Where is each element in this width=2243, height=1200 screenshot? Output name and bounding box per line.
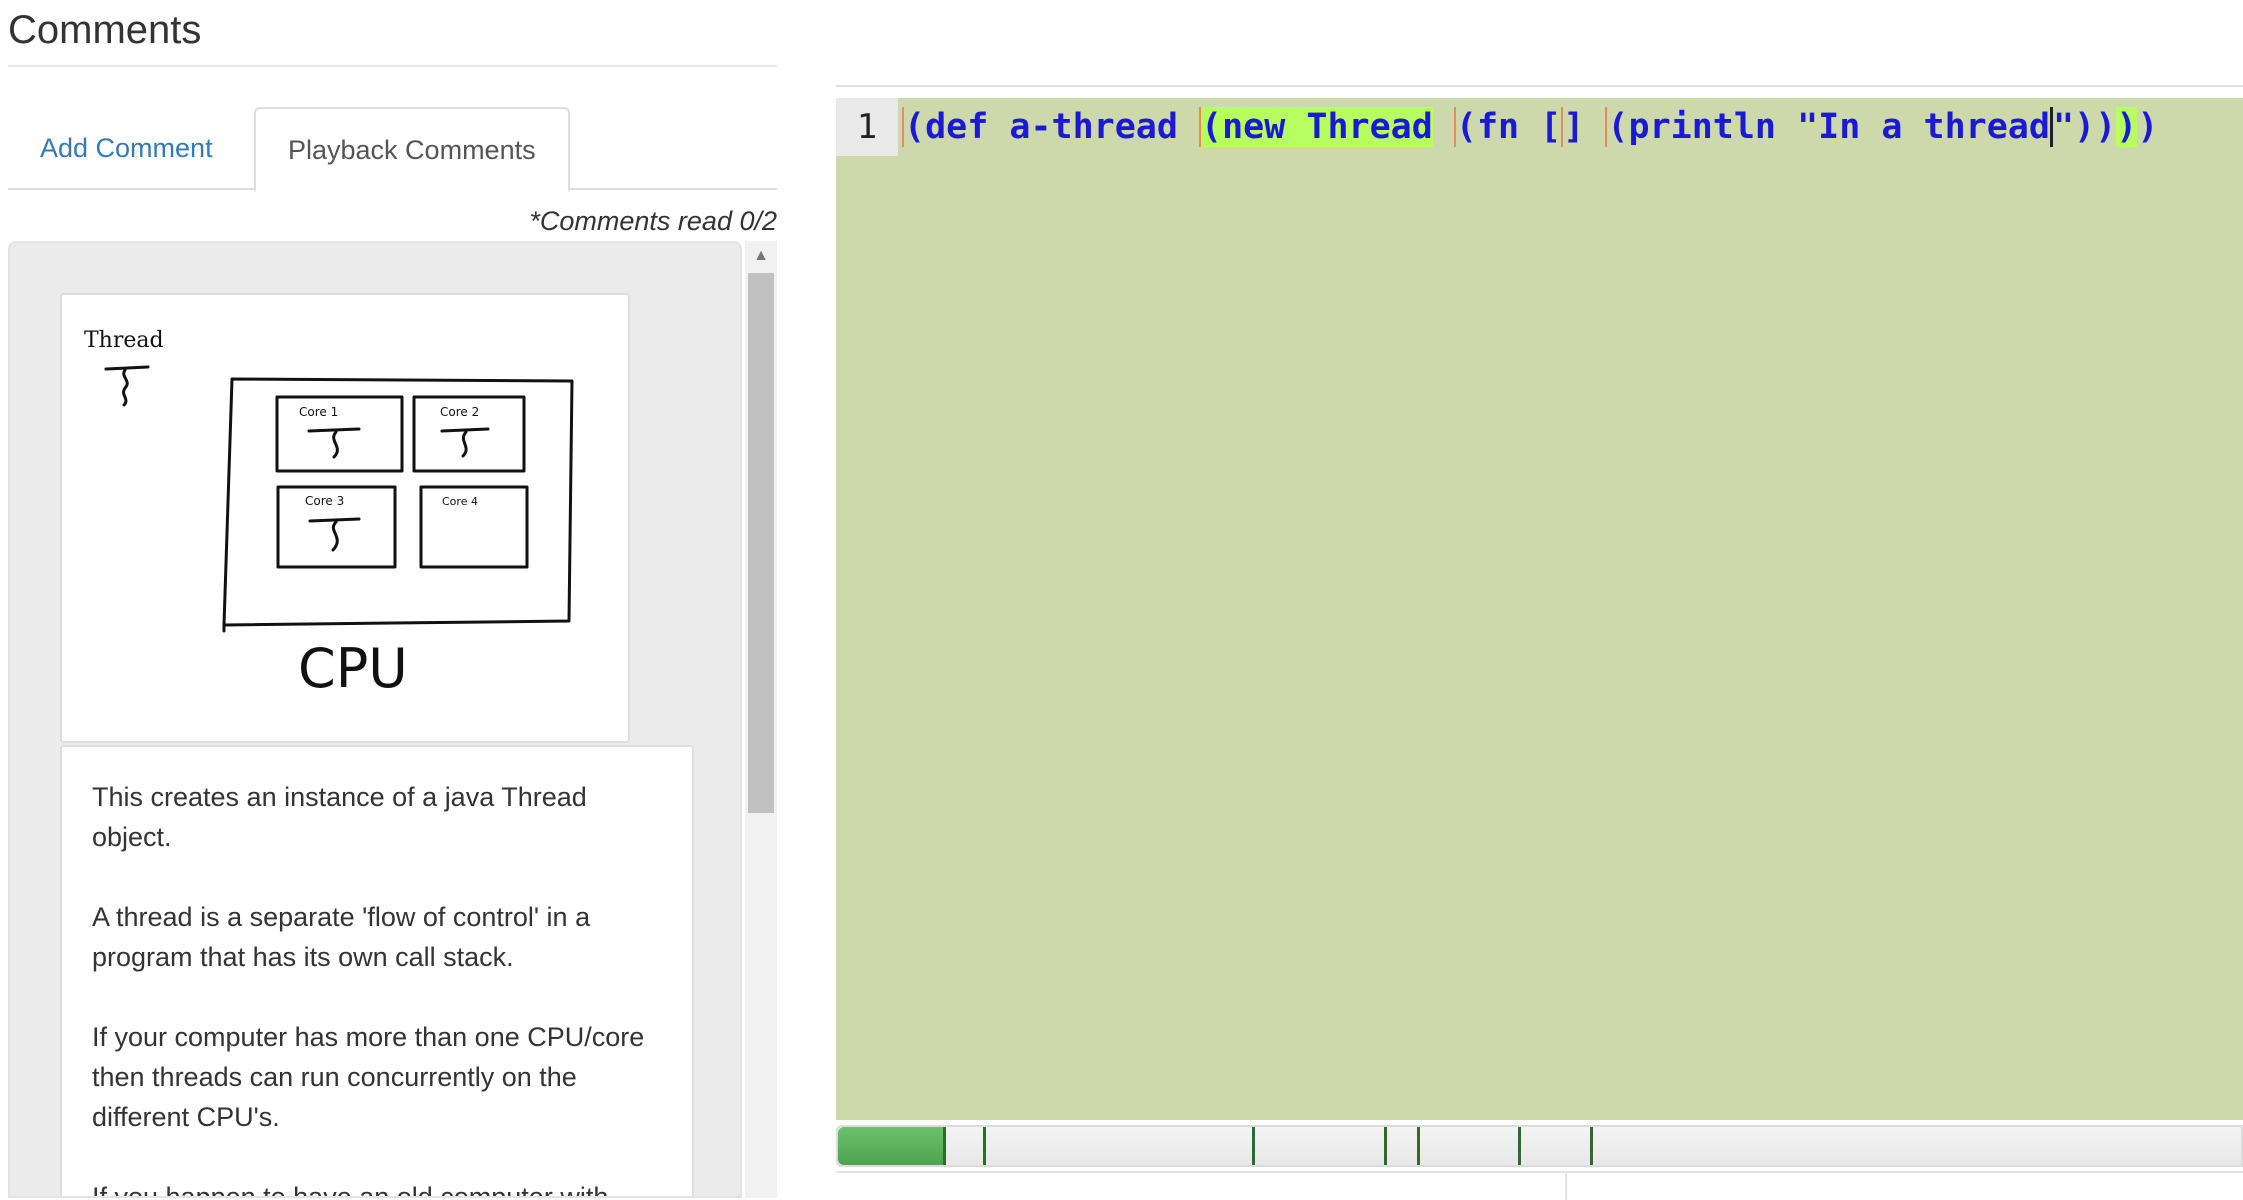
code-token: fn [ — [1476, 107, 1562, 147]
code-token-highlighted: new Thread — [1222, 107, 1433, 147]
code-line[interactable]: (def a-thread (new Thread (fn [] (printl… — [902, 98, 2158, 156]
playback-timeline[interactable] — [836, 1125, 2243, 1167]
bottom-divider — [1565, 1173, 1567, 1200]
line-number: 1 — [856, 107, 878, 147]
code-token: ( — [1605, 107, 1629, 147]
timeline-tick[interactable] — [1252, 1127, 1255, 1165]
scroll-up-arrow-icon[interactable]: ▲ — [745, 241, 777, 271]
comment-paragraph: If you happen to have an old computer wi… — [92, 1182, 609, 1198]
comment-scrollbar[interactable]: ▲ — [745, 241, 777, 1198]
cpu-thread-drawing: Thread Core 1 Core 2 Core 3 Core 4 CPU — [84, 328, 574, 700]
editor-top-divider — [836, 85, 2243, 87]
core-2-label: Core 2 — [440, 405, 479, 419]
code-token: ( — [902, 107, 926, 147]
core-1-label: Core 1 — [299, 405, 338, 419]
line-gutter: 1 — [836, 98, 898, 156]
scroll-thumb[interactable] — [748, 273, 774, 813]
code-token: ) — [2137, 107, 2159, 147]
core-3-label: Core 3 — [305, 494, 344, 508]
comment-text: This creates an instance of a java Threa… — [60, 745, 694, 1198]
comments-read-status: *Comments read 0/2 — [529, 206, 777, 236]
comment-paragraph: If your computer has more than one CPU/c… — [92, 1022, 645, 1132]
code-token: def a-thread — [925, 107, 1200, 147]
title-divider — [8, 65, 777, 67]
code-token: ")) — [2052, 107, 2117, 147]
comment-scroll-area[interactable]: Thread Core 1 Core 2 Core 3 Core 4 CPU T… — [8, 241, 777, 1198]
code-token-cursor: In a thread — [1818, 107, 2053, 147]
timeline-progress — [838, 1127, 946, 1165]
comment-image: Thread Core 1 Core 2 Core 3 Core 4 CPU — [60, 293, 630, 743]
code-token-highlighted: ( — [1199, 107, 1223, 147]
comment-well: Thread Core 1 Core 2 Core 3 Core 4 CPU T… — [8, 241, 742, 1198]
comment-paragraph: A thread is a separate 'flow of control'… — [92, 902, 591, 972]
timeline-tick[interactable] — [1417, 1127, 1420, 1165]
code-token: ] — [1561, 107, 1585, 147]
core-4-label: Core 4 — [442, 495, 478, 508]
tab-playback-comments[interactable]: Playback Comments — [254, 107, 570, 192]
tab-add-comment[interactable]: Add Comment — [8, 107, 245, 190]
comment-paragraph: This creates an instance of a java Threa… — [92, 782, 587, 852]
bottom-bar — [836, 1171, 2243, 1200]
panel-title: Comments — [8, 8, 202, 52]
cpu-label: CPU — [298, 637, 408, 700]
thread-label: Thread — [84, 328, 164, 353]
comment-tabs: Add Comment Playback Comments — [8, 107, 777, 192]
timeline-tick[interactable] — [1518, 1127, 1521, 1165]
timeline-tick[interactable] — [1384, 1127, 1387, 1165]
code-token: ( — [1453, 107, 1477, 147]
code-editor[interactable]: 1 (def a-thread (new Thread (fn [] (prin… — [836, 98, 2243, 1120]
comments-panel: Comments Add Comment Playback Comments *… — [8, 0, 777, 1198]
timeline-tick[interactable] — [1590, 1127, 1593, 1165]
code-token: println " — [1628, 107, 1819, 147]
code-token-highlighted: ) — [2116, 107, 2138, 147]
timeline-tick[interactable] — [983, 1127, 986, 1165]
